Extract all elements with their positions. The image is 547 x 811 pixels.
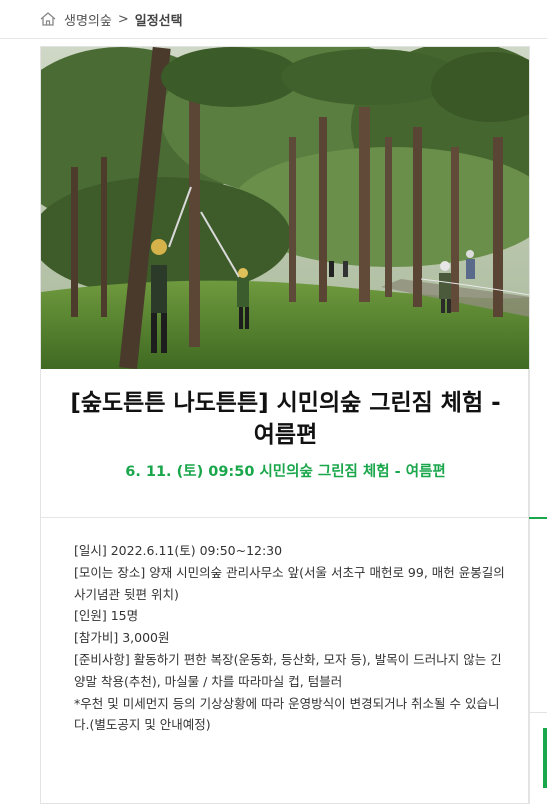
program-card: [숲도튼튼 나도튼튼] 시민의숲 그린짐 체험 - 여름편 6. 11. (토)… [40, 46, 530, 804]
detail-preparation: [준비사항] 활동하기 편한 복장(운동화, 등산화, 모자 등), 발목이 드… [74, 651, 502, 689]
detail-fee: [참가비] 3,000원 [74, 630, 170, 646]
person-figure [466, 250, 475, 279]
side-panel [529, 46, 547, 804]
detail-capacity: [인원] 15명 [74, 608, 139, 624]
top-bar: 생명의숲 > 일정선택 [0, 0, 547, 39]
home-icon[interactable] [40, 12, 56, 26]
detail-notice: *우천 및 미세먼지 등의 기상상황에 따라 운영방식이 변경되거나 취소될 수… [74, 695, 500, 733]
side-panel-divider [529, 712, 547, 713]
forest-photo [41, 47, 530, 369]
side-panel-accent [529, 517, 547, 519]
breadcrumb-parent[interactable]: 생명의숲 [64, 10, 112, 29]
detail-date: [일시] 2022.6.11(토) 09:50~12:30 [74, 543, 283, 558]
breadcrumb: 생명의숲 > 일정선택 [40, 10, 183, 29]
program-hero-image [41, 47, 530, 369]
detail-meeting-place: [모이는 장소] 양재 시민의숲 관리사무소 앞(서울 서초구 매헌로 99, … [74, 564, 505, 602]
side-panel-button[interactable] [543, 728, 547, 788]
divider [41, 517, 530, 518]
breadcrumb-current: 일정선택 [134, 13, 183, 29]
breadcrumb-separator: > [117, 11, 129, 27]
program-title: [숲도튼튼 나도튼튼] 시민의숲 그린짐 체험 - 여름편 [70, 390, 501, 448]
session-label[interactable]: 6. 11. (토) 09:50 시민의숲 그린짐 체험 - 여름편 [41, 460, 530, 481]
program-details: [일시] 2022.6.11(토) 09:50~12:30 [모이는 장소] 양… [74, 540, 509, 736]
